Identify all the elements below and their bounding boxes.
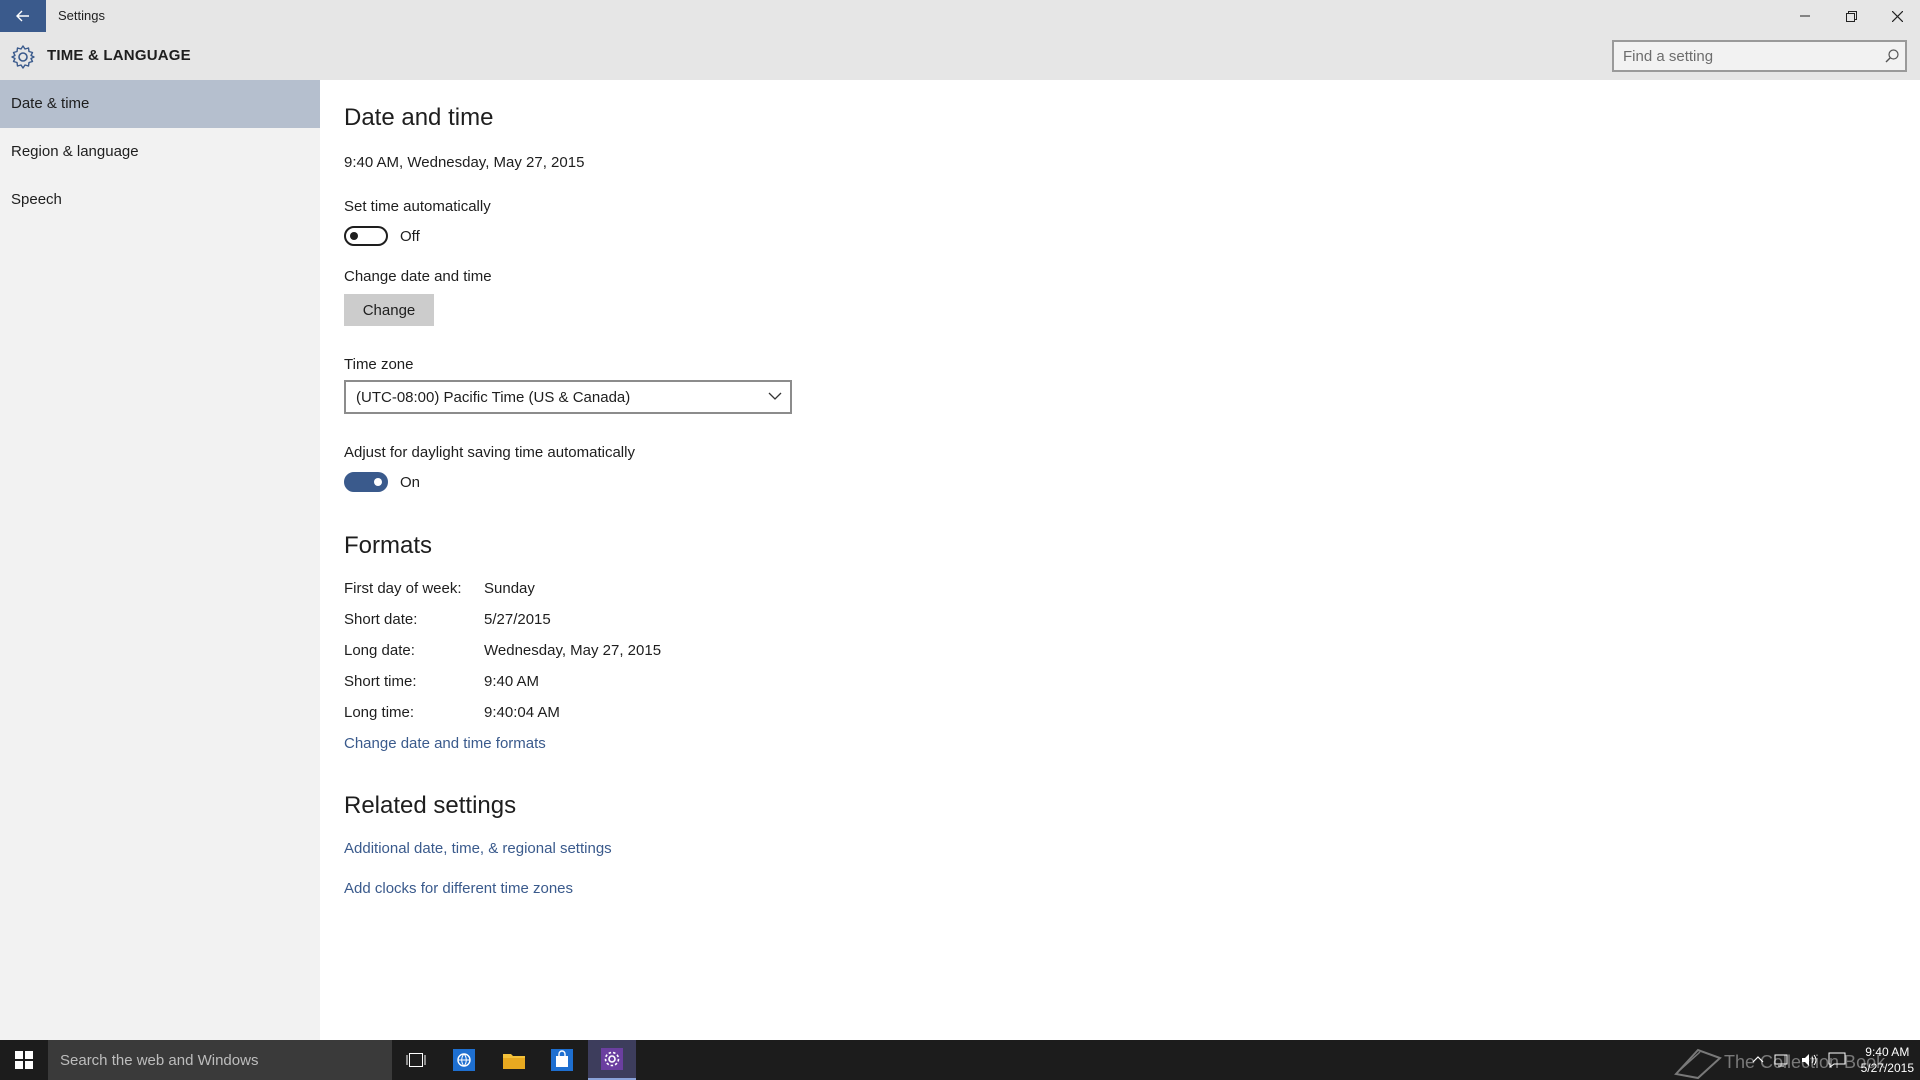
folder-icon: [503, 1054, 525, 1069]
format-value: 9:40:04 AM: [484, 704, 560, 721]
sidebar-item-speech[interactable]: Speech: [0, 176, 320, 224]
timezone-label: Time zone: [344, 356, 414, 373]
auto-time-label: Set time automatically: [344, 198, 491, 215]
add-clocks-link[interactable]: Add clocks for different time zones: [344, 880, 573, 897]
auto-time-toggle[interactable]: [344, 226, 388, 246]
format-row: Long date: Wednesday, May 27, 2015: [344, 642, 661, 659]
format-key: Short time:: [344, 673, 417, 690]
dst-state: On: [400, 474, 421, 491]
task-view-icon: [406, 1053, 426, 1067]
gear-icon: [11, 45, 35, 69]
find-setting-search[interactable]: [1612, 40, 1907, 72]
task-view-button[interactable]: [392, 1040, 440, 1080]
system-tray: [1752, 1040, 1846, 1080]
format-row: First day of week: Sunday: [344, 580, 535, 597]
minimize-icon: [1800, 15, 1810, 17]
taskbar-clock[interactable]: 9:40 AM 5/27/2015: [1861, 1044, 1914, 1076]
store-bag-icon: [551, 1049, 573, 1071]
toggle-knob: [350, 232, 358, 240]
search-input[interactable]: [1614, 42, 1864, 70]
action-center-icon[interactable]: [1828, 1052, 1846, 1068]
file-explorer-button[interactable]: [490, 1040, 538, 1080]
related-settings-heading: Related settings: [344, 792, 517, 819]
taskbar-search-text: Search the web and Windows: [60, 1052, 259, 1069]
auto-time-state: Off: [400, 228, 420, 245]
taskbar: Search the web and Windows The Collectio…: [0, 1040, 1920, 1080]
settings-taskbar-button[interactable]: [588, 1040, 636, 1080]
format-value: 5/27/2015: [484, 611, 551, 628]
volume-icon[interactable]: [1800, 1052, 1820, 1068]
section-title: TIME & LANGUAGE: [47, 47, 191, 64]
minimize-button[interactable]: [1782, 0, 1828, 32]
restore-icon: [1845, 10, 1857, 22]
additional-regional-settings-link[interactable]: Additional date, time, & regional settin…: [344, 840, 612, 857]
windows-logo-icon: [15, 1051, 33, 1069]
format-key: Long date:: [344, 642, 415, 659]
title-bar: Settings: [0, 0, 1920, 32]
current-datetime: 9:40 AM, Wednesday, May 27, 2015: [344, 154, 585, 171]
sidebar-item-date-time[interactable]: Date & time: [0, 80, 320, 128]
start-button[interactable]: [0, 1040, 48, 1080]
clock-time: 9:40 AM: [1865, 1045, 1910, 1059]
change-button[interactable]: Change: [344, 294, 434, 326]
network-icon[interactable]: [1774, 1052, 1792, 1068]
chevron-up-icon[interactable]: [1752, 1055, 1764, 1065]
back-button[interactable]: [0, 0, 46, 32]
close-button[interactable]: [1874, 0, 1920, 32]
dst-label: Adjust for daylight saving time automati…: [344, 444, 635, 461]
format-row: Long time: 9:40:04 AM: [344, 704, 560, 721]
close-icon: [1891, 10, 1903, 22]
settings-header: TIME & LANGUAGE: [0, 32, 1920, 80]
format-value: Sunday: [484, 580, 535, 597]
browser-globe-icon: [453, 1049, 475, 1071]
sidebar: Date & time Region & language Speech: [0, 80, 320, 1040]
formats-heading: Formats: [344, 532, 433, 559]
browser-button[interactable]: [440, 1040, 488, 1080]
format-key: First day of week:: [344, 580, 462, 597]
dst-toggle[interactable]: [344, 472, 388, 492]
clock-date: 5/27/2015: [1860, 1061, 1914, 1075]
book-icon: [1674, 1048, 1722, 1080]
timezone-select[interactable]: (UTC-08:00) Pacific Time (US & Canada): [344, 380, 792, 414]
format-key: Long time:: [344, 704, 415, 721]
window-title: Settings: [58, 8, 105, 23]
format-row: Short time: 9:40 AM: [344, 673, 539, 690]
search-icon[interactable]: [1885, 49, 1899, 63]
page-title: Date and time: [344, 104, 494, 131]
back-arrow-icon: [16, 10, 29, 22]
settings-gear-icon: [601, 1048, 623, 1070]
format-row: Short date: 5/27/2015: [344, 611, 551, 628]
taskbar-search[interactable]: Search the web and Windows: [48, 1040, 392, 1080]
restore-button[interactable]: [1828, 0, 1874, 32]
change-datetime-label: Change date and time: [344, 268, 492, 285]
sidebar-item-region-language[interactable]: Region & language: [0, 128, 320, 176]
format-value: 9:40 AM: [484, 673, 540, 690]
chevron-down-icon: [768, 392, 782, 400]
timezone-value: (UTC-08:00) Pacific Time (US & Canada): [356, 389, 631, 406]
store-button[interactable]: [538, 1040, 586, 1080]
format-value: Wednesday, May 27, 2015: [484, 642, 662, 659]
change-formats-link[interactable]: Change date and time formats: [344, 735, 546, 752]
format-key: Short date:: [344, 611, 418, 628]
toggle-knob: [374, 478, 382, 486]
